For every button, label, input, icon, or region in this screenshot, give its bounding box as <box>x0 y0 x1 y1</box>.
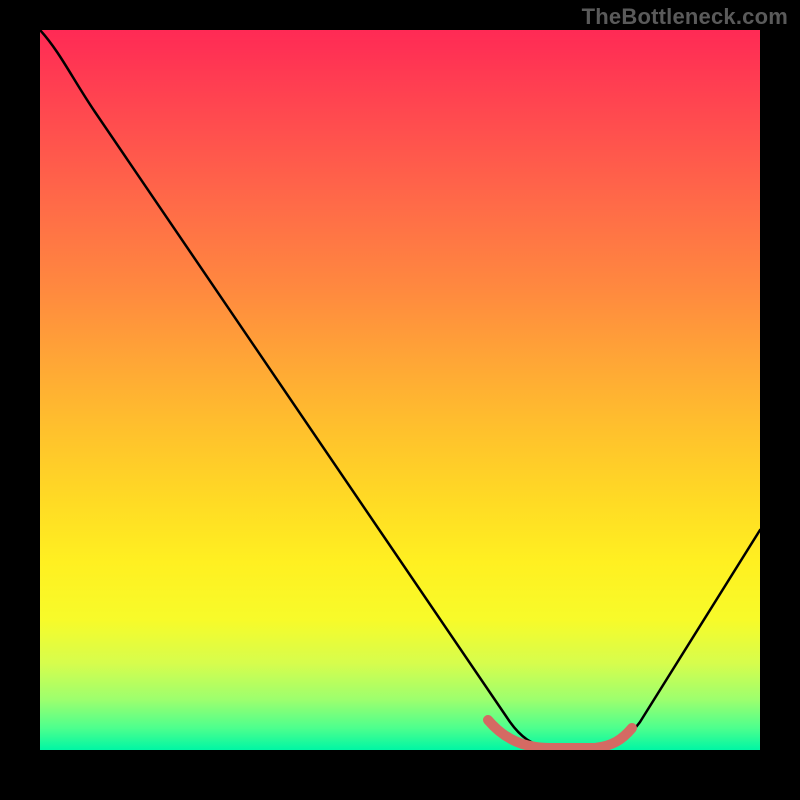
chart-container: TheBottleneck.com <box>0 0 800 800</box>
watermark-text: TheBottleneck.com <box>582 4 788 30</box>
bottleneck-curve <box>40 30 760 748</box>
highlighted-minimum <box>488 720 632 748</box>
plot-clip <box>40 30 760 750</box>
plot-area <box>40 30 760 750</box>
curve-svg <box>40 30 760 750</box>
